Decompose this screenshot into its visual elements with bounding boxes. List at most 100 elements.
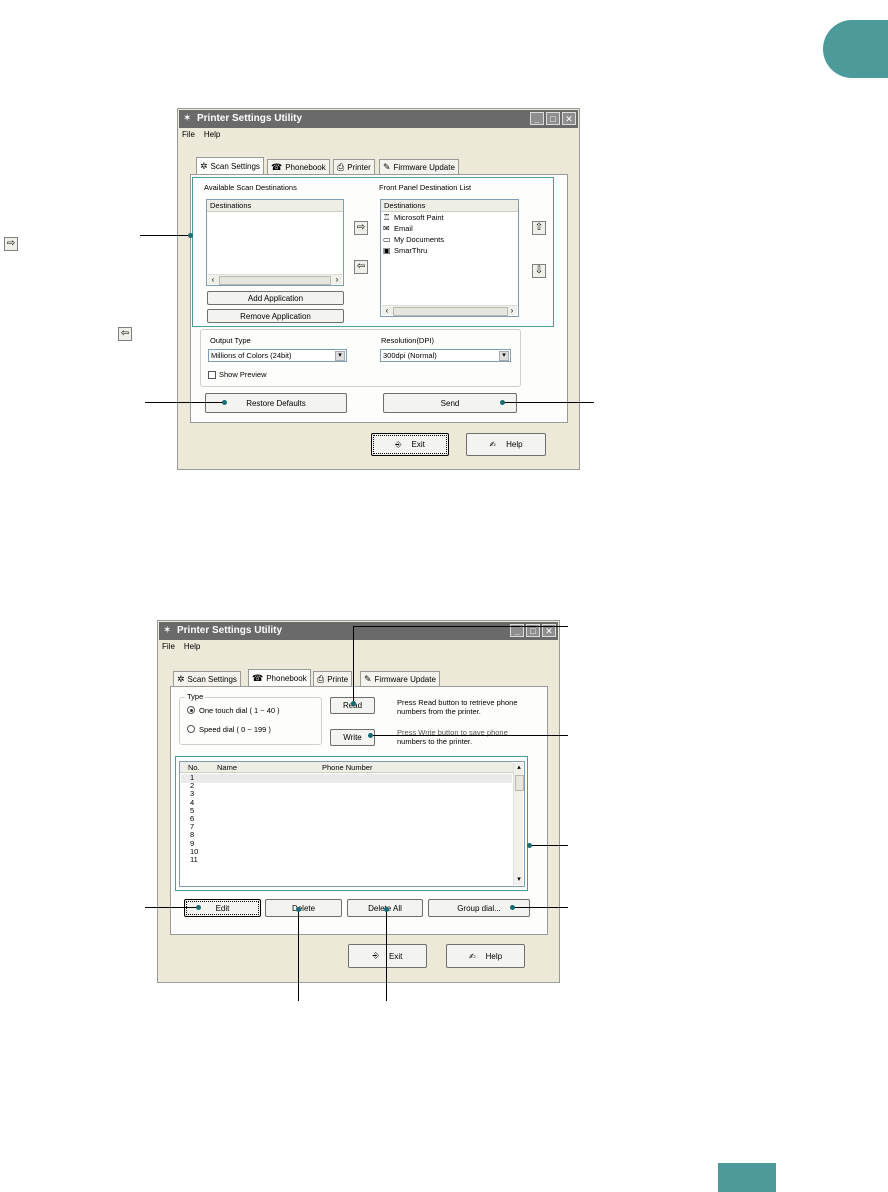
horizontal-scrollbar[interactable]: ‹ ›: [382, 305, 517, 316]
tab-scan-settings[interactable]: ✲ Scan Settings: [196, 157, 264, 175]
table-row[interactable]: 11: [190, 855, 198, 864]
list-item[interactable]: ♖ Microsoft Paint: [383, 212, 518, 223]
minimize-button[interactable]: _: [530, 112, 544, 125]
list-item[interactable]: ✉ Email: [383, 223, 518, 234]
maximize-button[interactable]: □: [546, 112, 560, 125]
tab-scan-settings[interactable]: ✲ Scan Settings: [173, 671, 241, 687]
firmware-icon: ✎: [383, 162, 391, 172]
table-header: No. Name Phone Number: [180, 762, 513, 773]
move-up-button[interactable]: ⇧: [532, 221, 546, 235]
callout-line: [370, 735, 568, 736]
list-item[interactable]: ▭ My Documents: [383, 234, 518, 245]
window-title: Printer Settings Utility: [177, 625, 283, 636]
menu-help[interactable]: Help: [204, 129, 220, 141]
scanner-icon: ✲: [177, 674, 185, 684]
read-description: Press Read button to retrieve phone: [397, 698, 518, 707]
menu-bar: File Help: [159, 641, 206, 653]
callout-dot: [351, 701, 356, 706]
list-header: Destinations: [207, 200, 343, 212]
delete-button[interactable]: Delete: [265, 899, 342, 917]
scroll-left-icon[interactable]: ‹: [382, 306, 392, 316]
smarthru-icon: ▣: [383, 246, 391, 255]
vertical-scrollbar[interactable]: ▴ ▾: [513, 763, 524, 885]
remove-from-front-panel-button[interactable]: ⇦: [354, 260, 368, 274]
callout-line: [386, 909, 387, 1001]
scroll-thumb[interactable]: [515, 775, 524, 791]
callout-dot: [527, 843, 532, 848]
phonebook-icon: ☎: [252, 673, 264, 683]
scroll-left-icon[interactable]: ‹: [208, 275, 218, 285]
col-no[interactable]: No.: [188, 763, 200, 772]
speed-dial-radio[interactable]: [187, 725, 195, 733]
help-icon: ✍: [489, 440, 497, 449]
callout-line: [145, 907, 198, 908]
front-panel-list[interactable]: Destinations ♖ Microsoft Paint ✉ Email ▭ My…: [380, 199, 519, 317]
scroll-down-icon[interactable]: ▾: [514, 875, 524, 885]
exit-button[interactable]: ⎆ Exit: [371, 433, 449, 456]
available-destinations-label: Available Scan Destinations: [204, 183, 297, 192]
title-bar: ✶ Printer Settings Utility _ □ ✕: [159, 622, 558, 640]
output-type-select[interactable]: Millions of Colors (24bit) ▾: [208, 349, 347, 362]
email-icon: ✉: [383, 224, 390, 233]
chevron-down-icon[interactable]: ▾: [499, 351, 509, 361]
tab-phonebook[interactable]: ☎ Phonebook: [267, 159, 330, 175]
add-application-button[interactable]: Add Application: [207, 291, 344, 305]
chevron-down-icon[interactable]: ▾: [335, 351, 345, 361]
exit-button[interactable]: ⎆ Exit: [348, 944, 427, 968]
arrow-left-icon: ⇦: [118, 327, 132, 341]
callout-dot: [510, 905, 515, 910]
col-name[interactable]: Name: [217, 763, 237, 772]
available-destinations-list[interactable]: Destinations ‹ ›: [206, 199, 344, 286]
resolution-select[interactable]: 300dpi (Normal) ▾: [380, 349, 511, 362]
printer-settings-window-scan: ✶ Printer Settings Utility _ □ ✕ File Hel…: [177, 108, 580, 470]
exit-icon: ⎆: [372, 951, 380, 960]
callout-line: [502, 402, 594, 403]
remove-application-button[interactable]: Remove Application: [207, 309, 344, 323]
callout-line: [512, 907, 568, 908]
col-phone[interactable]: Phone Number: [322, 763, 372, 772]
show-preview-checkbox[interactable]: [208, 371, 216, 379]
callout-dot: [222, 400, 227, 405]
scroll-thumb[interactable]: [219, 276, 331, 285]
help-button[interactable]: ✍ Help: [466, 433, 546, 456]
add-to-front-panel-button[interactable]: ⇨: [354, 221, 368, 235]
tab-phonebook[interactable]: ☎ Phonebook: [248, 669, 311, 687]
scroll-right-icon[interactable]: ›: [507, 306, 517, 316]
arrow-right-icon: ⇨: [356, 222, 366, 233]
selected-row-highlight: [181, 774, 512, 783]
menu-help[interactable]: Help: [184, 641, 200, 653]
tab-printer[interactable]: ⎙ Printe: [313, 671, 353, 687]
phonebook-table[interactable]: No. Name Phone Number 1 2 3 4 5 6 7 8 9 …: [179, 761, 525, 887]
send-button[interactable]: Send: [383, 393, 517, 413]
tab-printer[interactable]: ⎙ Printer: [333, 159, 375, 175]
menu-file[interactable]: File: [162, 641, 175, 653]
scanner-icon: ✲: [200, 161, 208, 171]
one-touch-radio[interactable]: [187, 706, 195, 714]
printer-settings-window-phonebook: ✶ Printer Settings Utility _ □ ✕ File Hel…: [157, 620, 560, 983]
page-number-badge: [718, 1163, 776, 1192]
horizontal-scrollbar[interactable]: ‹ ›: [208, 274, 342, 285]
scroll-thumb[interactable]: [393, 307, 508, 316]
callout-line: [529, 845, 568, 846]
callout-dot: [196, 905, 201, 910]
phonebook-icon: ☎: [271, 162, 283, 172]
one-touch-label: One touch dial ( 1 ~ 40 ): [199, 706, 280, 715]
move-down-button[interactable]: ⇩: [532, 264, 546, 278]
exit-icon: ⎆: [395, 439, 402, 449]
callout-dot: [368, 733, 373, 738]
tab-firmware-update[interactable]: ✎ Firmware Update: [360, 671, 440, 687]
menu-bar: File Help: [179, 129, 226, 141]
close-button[interactable]: ✕: [562, 112, 576, 125]
help-button[interactable]: ✍ Help: [446, 944, 525, 968]
tab-firmware-update[interactable]: ✎ Firmware Update: [379, 159, 459, 175]
scroll-right-icon[interactable]: ›: [332, 275, 342, 285]
callout-line: [140, 235, 190, 236]
printer-icon: ⎙: [337, 162, 345, 172]
scroll-up-icon[interactable]: ▴: [514, 763, 524, 773]
title-bar: ✶ Printer Settings Utility _ □ ✕: [179, 110, 578, 128]
callout-line: [145, 402, 225, 403]
menu-file[interactable]: File: [182, 129, 195, 141]
list-item[interactable]: ▣ SmarThru: [383, 245, 518, 256]
write-description-2: numbers to the printer.: [397, 737, 473, 746]
front-panel-label: Front Panel Destination List: [379, 183, 472, 192]
